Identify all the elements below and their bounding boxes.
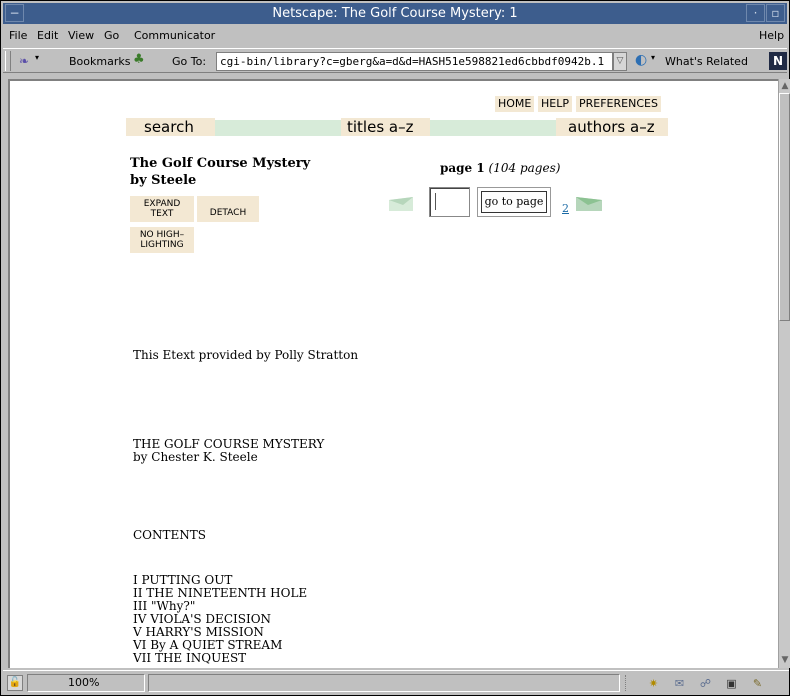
vertical-scrollbar[interactable]: ▲ ▼ [778,79,790,668]
title-bar[interactable]: − Netscape: The Golf Course Mystery: 1 ·… [3,3,787,24]
url-dropdown-button[interactable]: ▽ [613,52,627,71]
home-link[interactable]: HOME [495,96,535,112]
help-link[interactable]: HELP [538,96,572,112]
go-to-page-button[interactable]: go to page [481,191,547,213]
page-indicator: page 1 (104 pages) [440,161,560,175]
location-icon[interactable]: ♣ [133,52,145,67]
provided-by-line: This Etext provided by Polly Stratton [133,348,359,362]
book-author: by Chester K. Steele [133,450,258,464]
status-bar: 🔓 100% ✷ ✉ ☍ ▣ ✎ [3,670,789,694]
menu-bar: File Edit View Go Communicator Help [3,26,787,46]
text-cursor [435,193,436,210]
url-input[interactable]: cgi-bin/library?c=gberg&a=d&d=HASH51e598… [216,52,613,71]
nav-band-2 [430,120,556,136]
toolbar-grip[interactable] [5,51,11,71]
mail-icon[interactable]: ✉ [671,677,688,690]
bookmarks-icon[interactable]: ❧ [19,54,29,68]
scroll-down-icon[interactable]: ▼ [780,654,790,666]
next-page-icon[interactable] [576,197,602,211]
document-title: The Golf Course Mystery [130,156,311,171]
maximize-button[interactable]: ▫ [766,4,785,22]
browser-window: − Netscape: The Golf Course Mystery: 1 ·… [0,0,790,696]
newsgroups-icon[interactable]: ☍ [697,677,714,690]
scrollbar-thumb[interactable] [779,93,790,321]
menu-file[interactable]: File [9,29,27,42]
previous-page-icon[interactable] [389,197,413,211]
menu-view[interactable]: View [68,29,94,42]
whats-related-label[interactable]: What's Related [665,55,748,68]
preferences-link[interactable]: PREFERENCES [576,96,661,112]
zoom-level: 100% [27,674,145,692]
menu-help[interactable]: Help [759,29,784,42]
security-icon[interactable]: 🔓 [7,675,23,691]
go-to-page-button-frame: go to page [477,187,551,217]
menu-edit[interactable]: Edit [37,29,58,42]
search-tab[interactable]: search [126,118,215,136]
contents-heading: CONTENTS [133,528,207,542]
expand-text-button[interactable]: EXPAND TEXT [130,196,194,222]
titles-tab[interactable]: titles a–z [341,118,430,136]
bookmarks-label[interactable]: Bookmarks [69,55,130,68]
page-number: page 1 [440,161,485,175]
location-toolbar: ❧ ▾ Bookmarks ♣ Go To: cgi-bin/library?c… [3,48,787,73]
chevron-down-icon-2: ▾ [651,53,656,62]
goto-label: Go To: [172,55,207,68]
status-grip [625,675,631,691]
netscape-logo-icon[interactable]: N [769,52,787,70]
authors-tab[interactable]: authors a–z [556,118,668,136]
document-author: by Steele [130,173,197,188]
page-count: (104 pages) [488,161,561,175]
navigator-icon[interactable]: ✷ [645,677,662,690]
window-menu-button[interactable]: − [5,4,24,22]
next-page-link[interactable]: 2 [562,202,569,215]
scroll-up-icon[interactable]: ▲ [780,80,790,92]
nav-band-1 [215,120,341,136]
composer-icon[interactable]: ✎ [749,677,766,690]
chevron-down-icon: ▾ [35,53,40,62]
menu-communicator[interactable]: Communicator [134,29,215,42]
detach-button[interactable]: DETACH [197,196,259,222]
status-message [148,674,620,692]
minimize-button[interactable]: · [746,4,765,22]
whats-related-icon[interactable]: ◐ [635,52,647,68]
address-book-icon[interactable]: ▣ [723,677,740,690]
chapter-item: VII THE INQUEST [133,651,247,665]
no-highlighting-button[interactable]: NO HIGH– LIGHTING [130,227,194,253]
window-title: Netscape: The Golf Course Mystery: 1 [272,6,518,21]
page-content: HOME HELP PREFERENCES search titles a–z … [8,79,778,668]
menu-go[interactable]: Go [104,29,119,42]
